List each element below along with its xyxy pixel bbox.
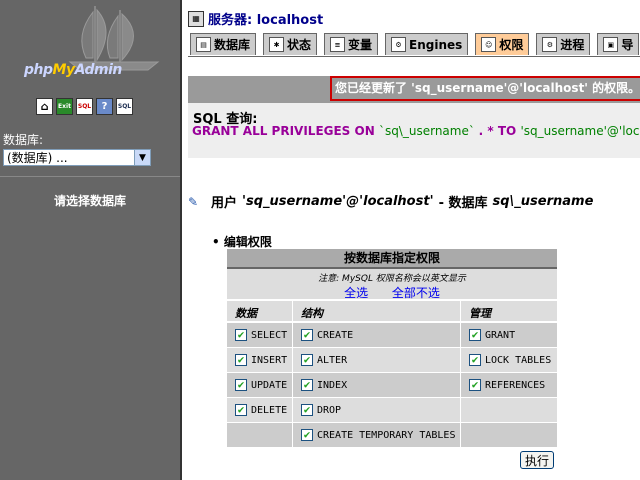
alter-checkbox[interactable]: ✔ <box>301 354 313 366</box>
export-icon: ▣ <box>603 37 619 52</box>
left-navigation-frame: phpMyAdmin ⌂ Exit SQL ? SQL 数据库: (数据库) .… <box>0 0 182 480</box>
privileges-table-title: 按数据库指定权限 <box>227 249 557 269</box>
edit-privileges-heading: • 编辑权限 <box>212 235 272 249</box>
pencil-user-icon: ✎ <box>188 194 199 209</box>
references-checkbox[interactable]: ✔ <box>469 379 481 391</box>
server-icon: ▦ <box>188 10 204 27</box>
choose-database-text: 请选择数据库 <box>53 194 126 208</box>
variables-icon: ≡ <box>330 37 346 52</box>
update-checkbox[interactable]: ✔ <box>235 379 247 391</box>
help-icon[interactable]: ? <box>96 98 113 115</box>
processes-icon: ⚙ <box>542 37 558 52</box>
tab-processes[interactable]: ⚙ 进程 <box>536 33 591 55</box>
privileges-note: 注意: MySQL 权限名称会以英文显示 <box>318 274 466 284</box>
grant-checkbox[interactable]: ✔ <box>469 329 481 341</box>
tab-variables[interactable]: ≡ 变量 <box>324 33 379 55</box>
chevron-down-icon[interactable]: ▼ <box>134 150 150 165</box>
table-row: ✔ INSERT ✔ ALTER ✔ LOCK TABLES <box>227 348 557 372</box>
tab-bar: ▤ 数据库 ✱ 状态 ≡ 变量 ⚙ Engines ☺ 权限 ⚙ 进程 ▣ 导 <box>190 33 640 55</box>
tab-databases[interactable]: ▤ 数据库 <box>190 33 257 55</box>
server-breadcrumb: ▦ 服务器: localhost <box>188 9 323 28</box>
table-row: ✔ SELECT ✔ CREATE ✔ GRANT <box>227 323 557 347</box>
create-temporary-tables-checkbox[interactable]: ✔ <box>301 429 313 441</box>
database-icon: ▤ <box>196 37 211 52</box>
tab-engines[interactable]: ⚙ Engines <box>385 33 469 55</box>
table-row: ✔ DELETE ✔ DROP <box>227 398 557 422</box>
quick-links: ⌂ Exit SQL ? SQL <box>36 98 133 115</box>
database-select-value: (数据库) ... <box>7 151 68 165</box>
column-divider <box>460 301 461 449</box>
privileges-icon: ☺ <box>481 37 497 52</box>
user-heading: ✎ 用户 'sq_username'@'localhost' - 数据库 sq\… <box>188 194 594 211</box>
select-checkbox[interactable]: ✔ <box>235 329 247 341</box>
logo-text: phpMyAdmin <box>24 62 122 78</box>
privileges-column-headers: 数据 结构 管理 <box>227 301 557 321</box>
sql-icon[interactable]: SQL <box>76 98 93 115</box>
table-row: ✔ UPDATE ✔ INDEX ✔ REFERENCES <box>227 373 557 397</box>
drop-checkbox[interactable]: ✔ <box>301 404 313 416</box>
message-bar: 您已经更新了 'sq_username'@'localhost' 的权限。 <box>188 76 640 103</box>
home-icon[interactable]: ⌂ <box>36 98 53 115</box>
database-select[interactable]: (数据库) ... ▼ <box>3 149 151 166</box>
deselect-all-link[interactable]: 全部不选 <box>392 286 440 300</box>
table-row: ✔ CREATE TEMPORARY TABLES <box>227 423 557 447</box>
tab-privileges[interactable]: ☺ 权限 <box>475 33 530 55</box>
server-link[interactable]: 服务器: localhost <box>208 9 323 28</box>
tab-export[interactable]: ▣ 导 <box>597 33 640 55</box>
main-frame: ▦ 服务器: localhost ▤ 数据库 ✱ 状态 ≡ 变量 ⚙ Engines ☺… <box>182 0 640 480</box>
insert-checkbox[interactable]: ✔ <box>235 354 247 366</box>
go-button[interactable]: 执行 <box>520 451 554 469</box>
database-name: sq\_username <box>492 194 594 209</box>
engines-icon: ⚙ <box>391 37 407 52</box>
privileges-table-header: 注意: MySQL 权限名称会以英文显示 全选 全部不选 <box>227 269 557 300</box>
tab-status[interactable]: ✱ 状态 <box>263 33 318 55</box>
database-label: 数据库: <box>3 133 44 147</box>
docs-icon[interactable]: SQL <box>116 98 133 115</box>
delete-checkbox[interactable]: ✔ <box>235 404 247 416</box>
column-divider <box>292 301 293 449</box>
exit-icon[interactable]: Exit <box>56 98 73 115</box>
lock-tables-checkbox[interactable]: ✔ <box>469 354 481 366</box>
column-header-structure: 结构 <box>301 307 323 320</box>
success-message: 您已经更新了 'sq_username'@'localhost' 的权限。 <box>330 76 640 101</box>
sql-query-text: GRANT ALL PRIVILEGES ON `sq\_username` .… <box>192 124 640 138</box>
sql-query-box: SQL 查询: GRANT ALL PRIVILEGES ON `sq\_use… <box>188 103 640 158</box>
column-header-admin: 管理 <box>469 307 491 320</box>
column-header-data: 数据 <box>235 307 257 320</box>
user-name: 'sq_username'@'localhost' <box>242 194 434 209</box>
tab-underline <box>188 56 640 57</box>
divider <box>0 176 180 177</box>
select-all-link[interactable]: 全选 <box>344 286 368 300</box>
create-checkbox[interactable]: ✔ <box>301 329 313 341</box>
status-icon: ✱ <box>269 37 285 52</box>
index-checkbox[interactable]: ✔ <box>301 379 313 391</box>
